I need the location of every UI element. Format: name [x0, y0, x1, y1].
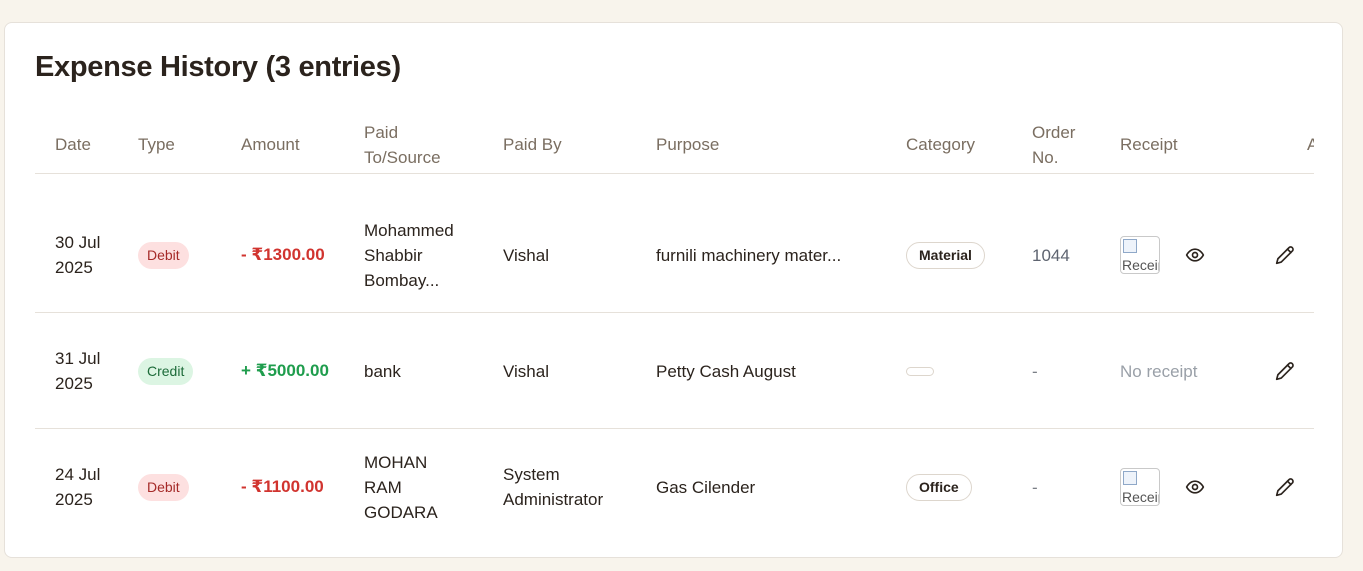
paid-by-cell: Vishal [503, 361, 549, 381]
expense-table: Date Type Amount Paid To/Source Paid By … [35, 115, 1314, 535]
category-badge: Office [906, 473, 972, 501]
paid-by-cell: System Administrator [503, 465, 604, 509]
eye-icon [1185, 248, 1205, 262]
view-receipt-button[interactable] [1184, 244, 1206, 266]
column-header-paid-by: Paid By [503, 135, 562, 154]
paid-by-cell: Vishal [503, 245, 549, 265]
column-header-category: Category [906, 135, 975, 154]
column-header-order-no: Order No. [1032, 122, 1076, 167]
edit-button[interactable] [1274, 360, 1296, 382]
column-header-date: Date [55, 135, 91, 154]
column-header-receipt: Receipt [1120, 135, 1178, 154]
broken-image-icon [1123, 471, 1137, 485]
category-badge [906, 366, 934, 376]
date-cell: 24 Jul 2025 [55, 465, 101, 509]
order-no-cell: - [1032, 477, 1038, 497]
table-row: 24 Jul 2025 Debit - ₹1100.00 MOHAN RAM G… [35, 429, 1314, 535]
column-header-amount: Amount [241, 135, 300, 154]
table-row: 31 Jul 2025 Credit + ₹5000.00 bank Visha… [35, 313, 1314, 429]
purpose-cell: Petty Cash August [656, 361, 796, 381]
type-badge-credit: Credit [138, 357, 194, 385]
paid-to-cell: MOHAN RAM GODARA [364, 452, 438, 522]
table-row: 30 Jul 2025 Debit - ₹1300.00 Mohammed Sh… [35, 197, 1314, 313]
pencil-icon [1275, 246, 1294, 265]
no-receipt-text: No receipt [1120, 361, 1198, 381]
type-badge-debit: Debit [138, 473, 189, 501]
receipt-alt-text: Receipt [1122, 489, 1159, 505]
receipt-thumbnail[interactable]: Receipt [1120, 468, 1160, 506]
edit-button[interactable] [1274, 476, 1296, 498]
expense-history-card: Expense History (3 entries) Date Type Am… [4, 22, 1343, 558]
pencil-icon [1275, 362, 1294, 381]
page-title: Expense History (3 entries) [35, 51, 401, 83]
edit-button[interactable] [1274, 244, 1296, 266]
column-header-paid-to: Paid To/Source [364, 122, 441, 167]
date-cell: 30 Jul 2025 [55, 233, 101, 277]
amount-cell: - ₹1300.00 [241, 245, 325, 264]
amount-cell: + ₹5000.00 [241, 361, 329, 380]
eye-icon [1185, 480, 1205, 494]
category-badge: Material [906, 241, 985, 269]
type-badge-debit: Debit [138, 241, 189, 269]
order-no-cell: 1044 [1032, 245, 1070, 265]
broken-image-icon [1123, 239, 1137, 253]
receipt-thumbnail[interactable]: Receipt [1120, 236, 1160, 274]
order-no-cell: - [1032, 361, 1038, 381]
table-header: Date Type Amount Paid To/Source Paid By … [35, 115, 1314, 174]
purpose-cell: furnili machinery mater... [656, 245, 842, 265]
paid-to-cell: Mohammed Shabbir Bombay... [364, 220, 454, 290]
column-header-actions: A [1307, 135, 1314, 154]
column-header-type: Type [138, 135, 175, 154]
date-cell: 31 Jul 2025 [55, 349, 101, 393]
purpose-cell: Gas Cilender [656, 477, 756, 497]
receipt-alt-text: Receipt [1122, 257, 1159, 273]
column-header-purpose: Purpose [656, 135, 720, 154]
pencil-icon [1275, 478, 1294, 497]
amount-cell: - ₹1100.00 [241, 477, 324, 496]
view-receipt-button[interactable] [1184, 476, 1206, 498]
paid-to-cell: bank [364, 361, 401, 381]
